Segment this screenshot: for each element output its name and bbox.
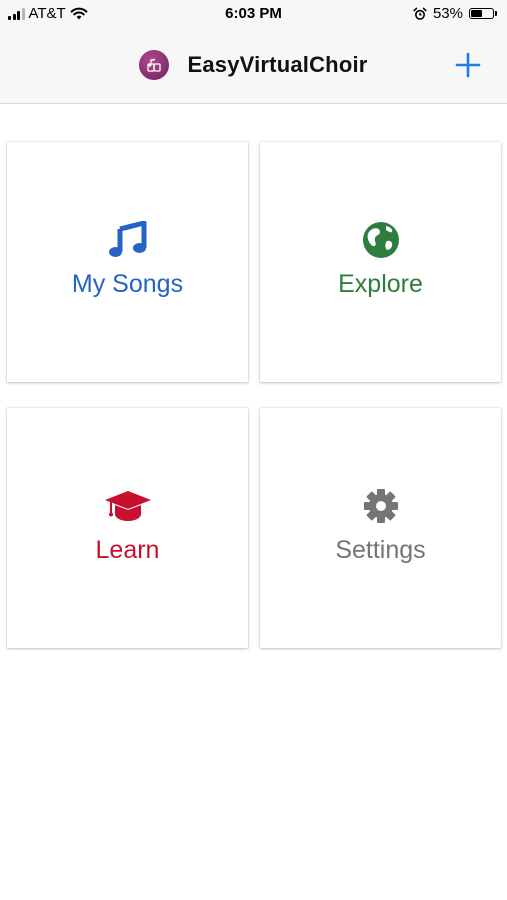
globe-icon xyxy=(260,220,501,260)
plus-icon[interactable] xyxy=(455,52,481,78)
explore-label: Explore xyxy=(338,270,423,298)
app-logo-icon xyxy=(139,50,170,80)
nav-bar: EasyVirtualChoir xyxy=(0,28,507,104)
settings-label: Settings xyxy=(335,536,426,564)
status-right: 53% xyxy=(413,5,497,22)
learn-tile[interactable]: Learn xyxy=(7,408,248,648)
learn-label: Learn xyxy=(95,536,160,564)
nav-title-group: EasyVirtualChoir xyxy=(0,50,507,80)
graduation-cap-icon xyxy=(7,486,248,526)
explore-tile[interactable]: Explore xyxy=(260,142,501,382)
battery-icon xyxy=(469,8,497,19)
alarm-icon xyxy=(413,7,427,20)
my-songs-label: My Songs xyxy=(71,270,184,298)
app-title: EasyVirtualChoir xyxy=(187,52,368,77)
battery-percent: 53% xyxy=(432,5,463,22)
settings-tile[interactable]: Settings xyxy=(260,408,501,648)
status-bar: AT&T 6:03 PM 53% xyxy=(0,0,507,28)
gear-icon xyxy=(260,486,501,526)
my-songs-tile[interactable]: My Songs xyxy=(7,142,248,382)
music-note-icon xyxy=(7,220,248,260)
